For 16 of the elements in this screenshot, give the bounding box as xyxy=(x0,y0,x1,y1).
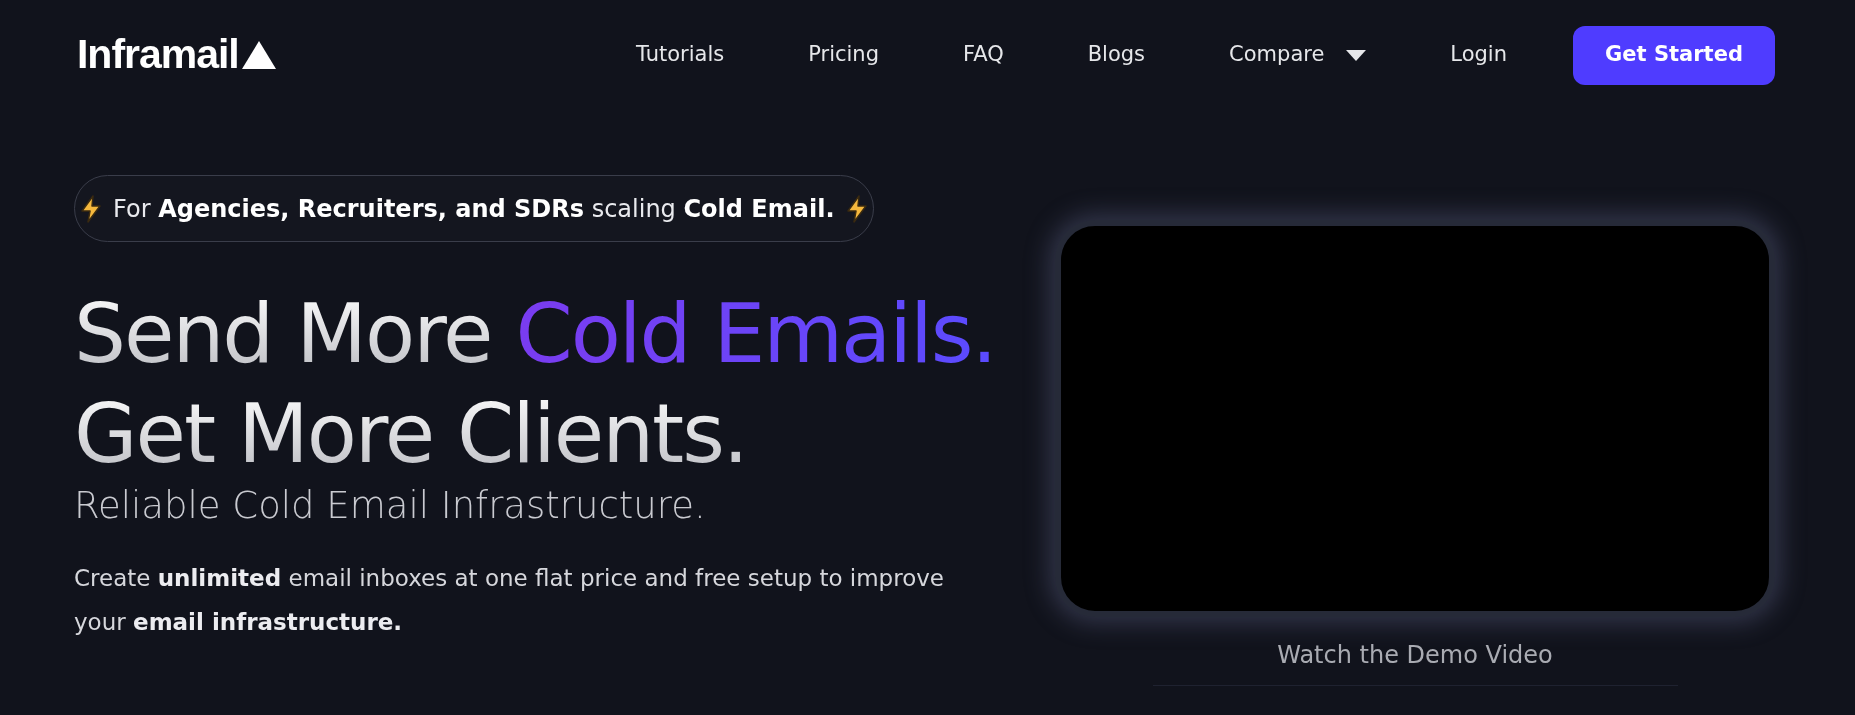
hero-subtitle: Reliable Cold Email Infrastructure. xyxy=(74,483,706,529)
lightning-icon xyxy=(79,194,103,223)
logo-triangle-icon xyxy=(240,40,277,70)
nav-link[interactable]: FAQ xyxy=(963,39,1004,71)
badge-text: For Agencies, Recruiters, and SDRs scaling Cold Email. xyxy=(113,193,835,225)
nav-link[interactable]: Tutorials xyxy=(636,39,725,71)
caret-down-icon xyxy=(1346,49,1367,61)
nav-link[interactable]: Blogs xyxy=(1087,39,1146,71)
nav-link[interactable]: Pricing xyxy=(808,39,879,71)
nav-link[interactable]: Login xyxy=(1450,39,1507,71)
nav-dropdown[interactable]: Compare xyxy=(1229,39,1367,71)
video-caption: Watch the Demo Video xyxy=(1277,640,1553,671)
lightning-icon xyxy=(844,194,869,223)
hero-description: Create unlimited email inboxes at one flat price and free setup to improve your email infrastructure. xyxy=(74,564,945,637)
logo[interactable]: Inframail xyxy=(77,24,239,86)
get-started-button[interactable]: Get Started xyxy=(1573,25,1775,85)
